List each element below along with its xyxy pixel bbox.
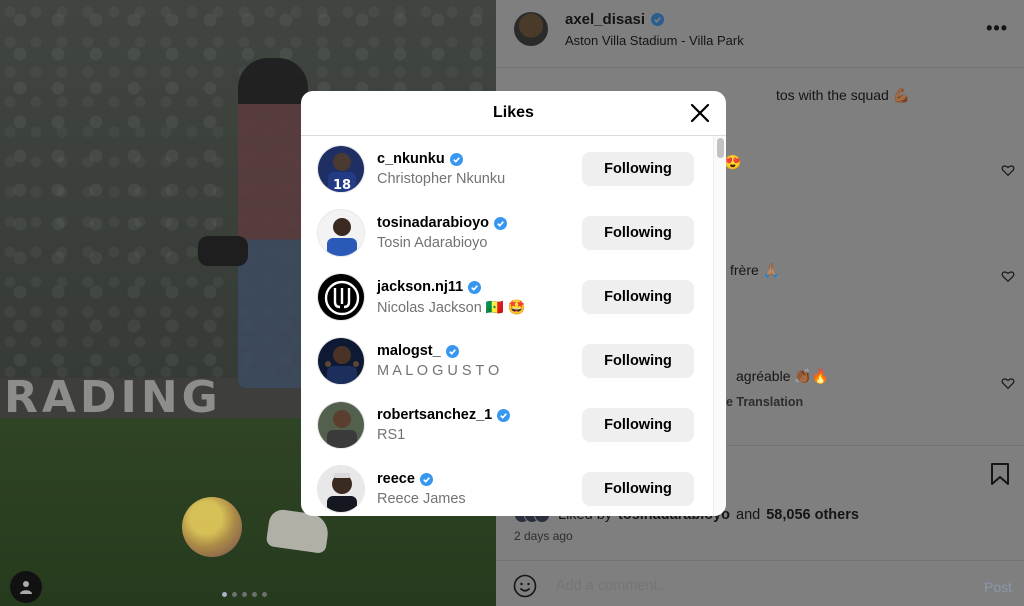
scrollbar-thumb[interactable] — [717, 138, 724, 158]
username[interactable]: tosinadarabioyo — [377, 215, 507, 231]
following-button[interactable]: Following — [582, 472, 694, 506]
list-item: robertsanchez_1 RS1 Following — [301, 392, 713, 456]
avatar[interactable]: 18 — [317, 145, 365, 193]
username[interactable]: robertsanchez_1 — [377, 407, 511, 423]
full-name: Nicolas Jackson 🇸🇳 🤩 — [377, 300, 526, 316]
verified-icon — [445, 344, 459, 358]
football — [182, 497, 242, 557]
likes-others-link[interactable]: 58,056 others — [766, 507, 859, 523]
list-item: jackson.nj11 Nicolas Jackson 🇸🇳 🤩 Follow… — [301, 264, 713, 328]
verified-icon — [497, 408, 511, 422]
svg-text:18: 18 — [333, 178, 351, 193]
player-figure — [238, 58, 308, 388]
list-item: malogst_ M A L O G U S T O Following — [301, 328, 713, 392]
full-name: Tosin Adarabioyo — [377, 235, 488, 251]
likes-modal: Likes 18 c_nkunku Christopher Nkunku Fol… — [301, 91, 726, 516]
list-item: reece Reece James Following — [301, 456, 713, 516]
username[interactable]: c_nkunku — [377, 151, 463, 167]
full-name: M A L O G U S T O — [377, 363, 500, 379]
like-comment-heart-icon[interactable] — [1001, 269, 1015, 283]
following-button[interactable]: Following — [582, 216, 694, 250]
post-comment-button[interactable]: Post — [984, 579, 1012, 595]
modal-title: Likes — [493, 104, 534, 121]
post-location[interactable]: Aston Villa Stadium - Villa Park — [565, 33, 744, 48]
comment-input[interactable] — [556, 578, 936, 594]
flag-emoji: 🇸🇳 🤩 — [485, 300, 526, 316]
avatar[interactable] — [317, 401, 365, 449]
full-name: RS1 — [377, 427, 406, 443]
following-button[interactable]: Following — [582, 344, 694, 378]
list-item: 18 c_nkunku Christopher Nkunku Following — [301, 136, 713, 200]
comment-fragment-3: agréable 👏🏾🔥 — [736, 368, 830, 384]
more-horizontal-icon[interactable]: ••• — [986, 18, 1008, 39]
verified-icon — [449, 152, 463, 166]
username[interactable]: jackson.nj11 — [377, 279, 482, 295]
like-comment-heart-icon[interactable] — [1001, 163, 1015, 177]
caption-text: tos with the squad 💪🏾 — [776, 87, 911, 103]
like-comment-heart-icon[interactable] — [1001, 376, 1015, 390]
following-button[interactable]: Following — [582, 280, 694, 314]
post-header: axel_disasi Aston Villa Stadium - Villa … — [496, 0, 1024, 68]
avatar[interactable] — [317, 465, 365, 513]
author-username[interactable]: axel_disasi — [565, 11, 665, 28]
likes-list[interactable]: 18 c_nkunku Christopher Nkunku Following… — [301, 136, 713, 516]
verified-icon — [494, 216, 507, 230]
modal-header: Likes — [301, 91, 726, 136]
scrollbar[interactable] — [713, 136, 726, 516]
emoji-icon[interactable] — [513, 574, 537, 598]
carousel-dots — [222, 592, 267, 597]
username[interactable]: reece — [377, 471, 433, 487]
close-icon[interactable] — [690, 103, 710, 123]
player-glove — [198, 236, 248, 266]
tagged-users-icon[interactable] — [10, 571, 42, 603]
following-button[interactable]: Following — [582, 152, 694, 186]
verified-icon — [468, 280, 482, 294]
verified-icon — [651, 13, 665, 26]
full-name: Christopher Nkunku — [377, 171, 506, 187]
bookmark-icon[interactable] — [990, 462, 1010, 486]
avatar[interactable] — [317, 209, 365, 257]
comment-fragment-2: frère 🙏🏽 — [730, 262, 781, 278]
list-item: tosinadarabioyo Tosin Adarabioyo Followi… — [301, 200, 713, 264]
full-name: Reece James — [377, 491, 466, 507]
post-timestamp: 2 days ago — [514, 529, 573, 543]
verified-icon — [419, 472, 433, 486]
avatar[interactable] — [317, 337, 365, 385]
comment-fragment-1: 😍 — [724, 154, 742, 170]
comment-bar: Post — [496, 560, 1024, 606]
author-avatar[interactable] — [514, 12, 548, 46]
following-button[interactable]: Following — [582, 408, 694, 442]
username[interactable]: malogst_ — [377, 343, 459, 359]
see-translation-link[interactable]: e Translation — [726, 395, 803, 409]
avatar[interactable] — [317, 273, 365, 321]
